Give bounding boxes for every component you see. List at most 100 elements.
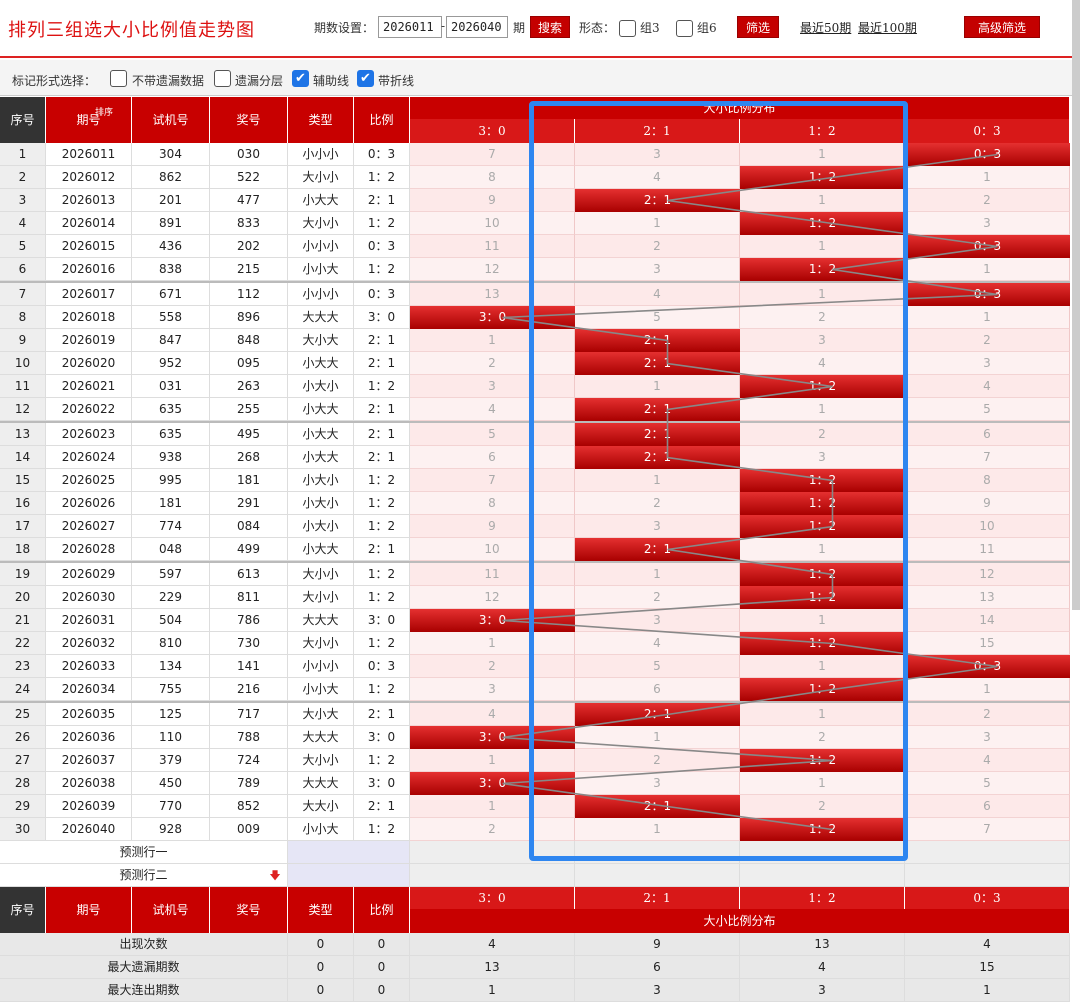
row-seq-cell: 6 [0, 258, 46, 281]
miss-count-cell: 3 [410, 375, 575, 398]
period-from-input[interactable] [378, 16, 442, 38]
row-test-cell: 952 [132, 352, 210, 375]
advanced-filter-button[interactable]: 高级筛选 [964, 16, 1040, 38]
stat-value: 6 [575, 956, 740, 979]
header-test: 试机号 [132, 97, 210, 143]
row-period-cell: 2026032 [46, 632, 132, 655]
row-test-cell: 229 [132, 586, 210, 609]
prediction-cell[interactable] [740, 841, 905, 864]
row-draw-cell: 268 [210, 446, 288, 469]
row-type-cell: 小小小 [288, 655, 354, 678]
row-ratio-cell: 3：0 [354, 306, 410, 329]
miss-count-cell: 2 [410, 818, 575, 841]
row-test-cell: 770 [132, 795, 210, 818]
ratio-hit-mark: 2：1 [575, 329, 740, 352]
mark-option-checkbox[interactable] [110, 70, 127, 87]
ratio-hit-mark: 1：2 [740, 818, 905, 841]
stat-value: 4 [740, 956, 905, 979]
group3-checkbox[interactable] [619, 20, 636, 37]
recent50-link[interactable]: 最近50期 [800, 19, 851, 36]
miss-count-cell: 2 [905, 703, 1070, 726]
row-seq-cell: 13 [0, 423, 46, 446]
row-test-cell: 110 [132, 726, 210, 749]
row-ratio-cell: 1：2 [354, 469, 410, 492]
row-period-cell: 2026039 [46, 795, 132, 818]
prediction-row-label: 预测行一 [0, 841, 288, 864]
mark-option-checkbox[interactable]: ✔ [292, 70, 309, 87]
prediction-cell[interactable] [575, 864, 740, 887]
filter-button[interactable]: 筛选 [737, 16, 779, 38]
ratio-hit-mark: 2：1 [575, 795, 740, 818]
miss-count-cell: 5 [905, 398, 1070, 421]
prediction-cell[interactable] [575, 841, 740, 864]
mark-label: 标记形式选择： [12, 74, 97, 88]
miss-count-cell: 1 [740, 283, 905, 306]
ratio-hit-mark: 3：0 [410, 772, 575, 795]
header-type-footer: 类型 [288, 887, 354, 933]
row-draw-cell: 084 [210, 515, 288, 538]
row-test-cell: 597 [132, 563, 210, 586]
row-ratio-cell: 1：2 [354, 166, 410, 189]
header-period[interactable]: 期号 [46, 97, 132, 143]
group6-checkbox[interactable] [676, 20, 693, 37]
prediction-cell[interactable] [410, 841, 575, 864]
row-ratio-cell: 1：2 [354, 258, 410, 281]
mark-option-checkbox[interactable] [214, 70, 231, 87]
row-period-cell: 2026018 [46, 306, 132, 329]
miss-count-cell: 13 [410, 283, 575, 306]
mark-option-checkbox[interactable]: ✔ [357, 70, 374, 87]
row-test-cell: 862 [132, 166, 210, 189]
miss-count-cell: 8 [410, 492, 575, 515]
row-seq-cell: 28 [0, 772, 46, 795]
miss-count-cell: 1 [740, 655, 905, 678]
row-type-cell: 小大大 [288, 423, 354, 446]
row-draw-cell: 291 [210, 492, 288, 515]
miss-count-cell: 7 [905, 446, 1070, 469]
period-to-input[interactable] [446, 16, 508, 38]
search-button[interactable]: 搜索 [530, 16, 570, 38]
prediction-input[interactable] [288, 864, 410, 887]
row-test-cell: 436 [132, 235, 210, 258]
miss-count-cell: 11 [410, 235, 575, 258]
miss-count-cell: 5 [410, 423, 575, 446]
prediction-input[interactable] [288, 841, 410, 864]
header-draw-footer: 奖号 [210, 887, 288, 933]
row-draw-cell: 216 [210, 678, 288, 701]
miss-count-cell: 1 [740, 772, 905, 795]
period-suffix: 期 [513, 21, 526, 35]
miss-count-cell: 9 [905, 492, 1070, 515]
row-period-cell: 2026040 [46, 818, 132, 841]
row-draw-cell: 263 [210, 375, 288, 398]
header-ratio: 比例 [354, 97, 410, 143]
row-period-cell: 2026029 [46, 563, 132, 586]
row-type-cell: 大大小 [288, 795, 354, 818]
recent100-link[interactable]: 最近100期 [858, 19, 917, 36]
miss-count-cell: 7 [410, 143, 575, 166]
row-type-cell: 大大大 [288, 772, 354, 795]
scrollbar[interactable] [1072, 0, 1080, 610]
stat-label: 出现次数 [0, 933, 288, 956]
distribution-col-footer: 3：0 [410, 887, 575, 909]
ratio-hit-mark: 2：1 [575, 398, 740, 421]
prediction-cell[interactable] [740, 864, 905, 887]
prediction-cell[interactable] [410, 864, 575, 887]
row-draw-cell: 499 [210, 538, 288, 561]
row-ratio-cell: 2：1 [354, 423, 410, 446]
row-type-cell: 大小小 [288, 632, 354, 655]
miss-count-cell: 1 [740, 235, 905, 258]
ratio-hit-mark: 2：1 [575, 538, 740, 561]
dropdown-arrow-icon[interactable]: 🡇 [265, 864, 285, 887]
ratio-hit-mark: 0：3 [905, 283, 1070, 306]
sort-button[interactable]: 排序 [92, 105, 116, 123]
miss-count-cell: 1 [740, 398, 905, 421]
ratio-hit-mark: 3：0 [410, 726, 575, 749]
ratio-hit-mark: 1：2 [740, 375, 905, 398]
ratio-hit-mark: 1：2 [740, 469, 905, 492]
row-type-cell: 大小大 [288, 703, 354, 726]
stat-value: 3 [575, 979, 740, 1002]
row-period-cell: 2026012 [46, 166, 132, 189]
row-seq-cell: 8 [0, 306, 46, 329]
prediction-cell[interactable] [905, 864, 1070, 887]
prediction-cell[interactable] [905, 841, 1070, 864]
row-period-cell: 2026037 [46, 749, 132, 772]
